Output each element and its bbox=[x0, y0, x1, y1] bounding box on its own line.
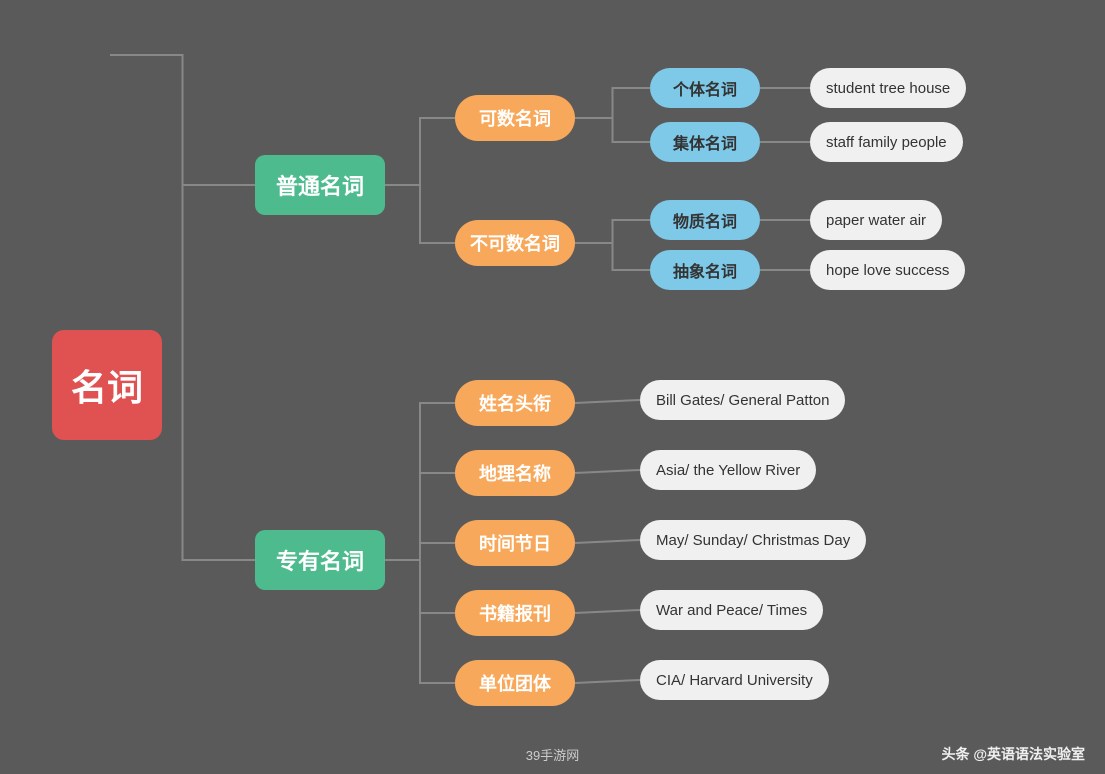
material-label: 物质名词 bbox=[673, 208, 737, 232]
common-label: 普通名词 bbox=[276, 169, 364, 201]
node-name: 姓名头衔 bbox=[455, 380, 575, 426]
node-material: 物质名词 bbox=[650, 200, 760, 240]
ex-material: paper water air bbox=[810, 200, 942, 240]
uncountable-label: 不可数名词 bbox=[470, 230, 560, 256]
book-label: 书籍报刊 bbox=[479, 600, 551, 626]
node-countable: 可数名词 bbox=[455, 95, 575, 141]
countable-label: 可数名词 bbox=[479, 105, 551, 131]
abstract-label: 抽象名词 bbox=[673, 258, 737, 282]
ex-geo: Asia/ the Yellow River bbox=[640, 450, 816, 490]
node-org: 单位团体 bbox=[455, 660, 575, 706]
diagram: 名词 普通名词 专有名词 可数名词 不可数名词 姓名头衔 地理名称 时间节日 书… bbox=[0, 0, 1105, 774]
time-label: 时间节日 bbox=[479, 530, 551, 556]
collective-label: 集体名词 bbox=[673, 130, 737, 154]
individual-label: 个体名词 bbox=[673, 76, 737, 100]
ex-individual: student tree house bbox=[810, 68, 966, 108]
ex-book: War and Peace/ Times bbox=[640, 590, 823, 630]
node-proper: 专有名词 bbox=[255, 530, 385, 590]
ex-org: CIA/ Harvard University bbox=[640, 660, 829, 700]
node-abstract: 抽象名词 bbox=[650, 250, 760, 290]
watermark2: 头条 @英语语法实验室 bbox=[941, 744, 1085, 764]
node-time: 时间节日 bbox=[455, 520, 575, 566]
ex-collective: staff family people bbox=[810, 122, 963, 162]
ex-time: May/ Sunday/ Christmas Day bbox=[640, 520, 866, 560]
geo-label: 地理名称 bbox=[479, 460, 551, 486]
root-label: 名词 bbox=[71, 359, 143, 411]
proper-label: 专有名词 bbox=[276, 544, 364, 576]
org-label: 单位团体 bbox=[479, 670, 551, 696]
watermark1: 39手游网 bbox=[526, 745, 579, 764]
node-uncountable: 不可数名词 bbox=[455, 220, 575, 266]
root-node: 名词 bbox=[52, 330, 162, 440]
node-book: 书籍报刊 bbox=[455, 590, 575, 636]
node-common: 普通名词 bbox=[255, 155, 385, 215]
node-collective: 集体名词 bbox=[650, 122, 760, 162]
ex-name: Bill Gates/ General Patton bbox=[640, 380, 845, 420]
node-individual: 个体名词 bbox=[650, 68, 760, 108]
name-label: 姓名头衔 bbox=[479, 390, 551, 416]
ex-abstract: hope love success bbox=[810, 250, 965, 290]
node-geo: 地理名称 bbox=[455, 450, 575, 496]
